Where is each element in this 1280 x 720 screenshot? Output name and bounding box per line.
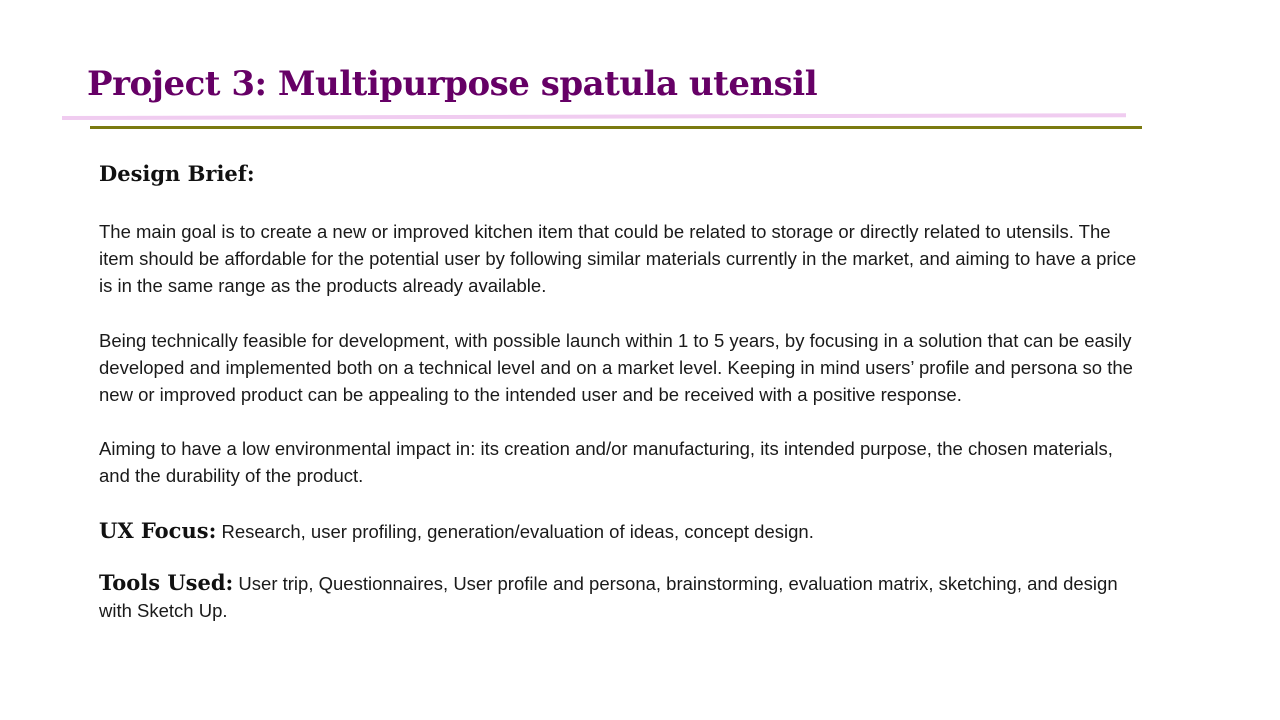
slide: Project 3: Multipurpose spatula utensil … — [0, 0, 1280, 720]
ux-focus-line: UX Focus: Research, user profiling, gene… — [99, 517, 1144, 545]
ux-focus-heading: UX Focus: — [99, 517, 217, 543]
tools-used-text: User trip, Questionnaires, User profile … — [99, 572, 1118, 622]
tools-used-heading: Tools Used: — [99, 569, 234, 595]
design-brief-paragraph-3: Aiming to have a low environmental impac… — [99, 438, 1113, 487]
slide-body: Design Brief: The main goal is to create… — [99, 156, 1144, 624]
ux-focus-text: Research, user profiling, generation/eva… — [221, 520, 814, 542]
design-brief-paragraph-1: The main goal is to create a new or impr… — [99, 221, 1137, 297]
design-brief-paragraph-2: Being technically feasible for developme… — [99, 329, 1133, 406]
design-brief-heading: Design Brief: — [99, 161, 255, 186]
title-underline-olive — [90, 126, 1142, 129]
title-underline-pink — [61, 113, 1127, 120]
slide-title: Project 3: Multipurpose spatula utensil — [87, 64, 818, 104]
tools-used-line: Tools Used: User trip, Questionnaires, U… — [99, 569, 1144, 624]
